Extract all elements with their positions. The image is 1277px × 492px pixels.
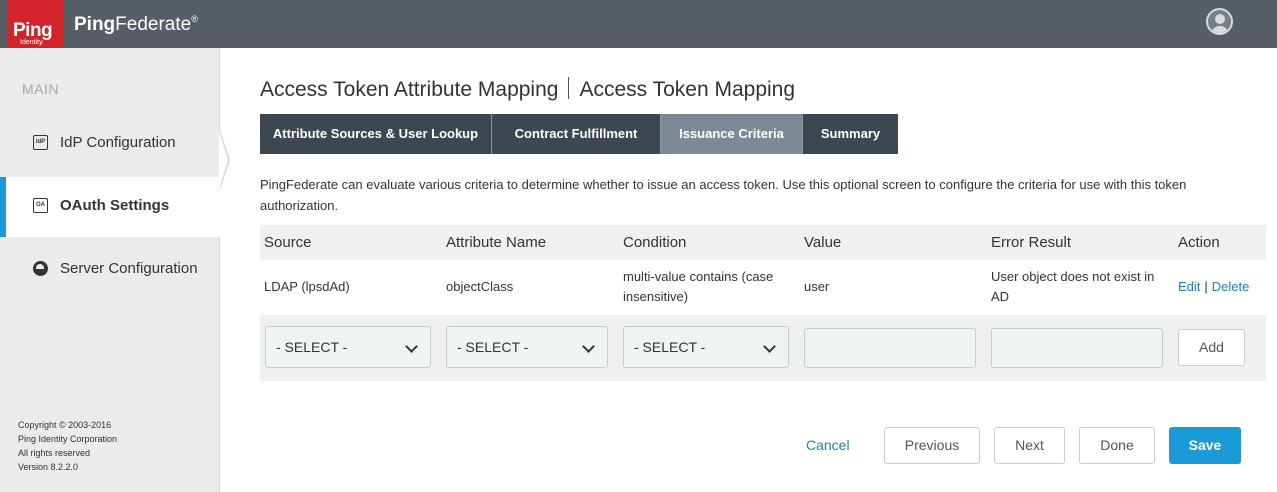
chevron-down-icon — [582, 340, 595, 353]
cell-condition: multi-value contains (case insensitive) — [623, 269, 774, 304]
sidebar-item-label: Server Configuration — [60, 260, 198, 277]
tab-contract-fulfillment[interactable]: Contract Fulfillment — [492, 114, 661, 154]
source-select[interactable]: - SELECT - — [265, 326, 431, 368]
logo-subtext: Identity. — [20, 39, 44, 46]
brand-registered: ® — [191, 14, 198, 24]
chevron-down-icon — [763, 340, 776, 353]
sidebar-item-label: IdP Configuration — [60, 134, 176, 151]
cell-error-result: User object does not exist in AD — [991, 269, 1155, 304]
cell-attribute: objectClass — [446, 279, 514, 294]
attribute-select[interactable]: - SELECT - — [446, 326, 608, 368]
error-result-input[interactable] — [991, 328, 1163, 368]
sidebar: MAIN IdP IdP Configuration OA OAuth Sett… — [0, 48, 222, 492]
top-bar: Ping Identity. PingFederate® — [0, 0, 1277, 52]
user-account-icon[interactable] — [1206, 8, 1233, 35]
column-header: Source — [264, 234, 312, 251]
sidebar-item-server-configuration[interactable]: Server Configuration — [0, 240, 220, 300]
delete-link[interactable]: Delete — [1212, 279, 1250, 294]
action-separator: | — [1204, 279, 1208, 294]
cell-source: LDAP (lpsdAd) — [264, 279, 350, 294]
sidebar-heading: MAIN — [22, 81, 59, 97]
column-header: Value — [804, 234, 842, 251]
select-value: - SELECT - — [634, 339, 706, 355]
next-button[interactable]: Next — [994, 427, 1065, 464]
select-value: - SELECT - — [457, 339, 529, 355]
criteria-table: Source Attribute Name Condition Value Er… — [260, 225, 1266, 381]
add-criteria-row: - SELECT - - SELECT - - SELECT - Add — [260, 315, 1266, 381]
version-line: Version 8.2.2.0 — [18, 462, 79, 472]
brand-bold: Ping — [74, 14, 116, 35]
table-row: LDAP (lpsdAd) objectClass multi-value co… — [260, 260, 1266, 315]
copyright-line: Copyright © 2003-2016 — [18, 420, 112, 430]
user-icon-head — [1215, 14, 1225, 24]
tab-summary[interactable]: Summary — [803, 114, 898, 154]
column-header: Error Result — [991, 234, 1072, 251]
column-header: Action — [1178, 234, 1220, 251]
tab-issuance-criteria[interactable]: Issuance Criteria — [661, 114, 803, 154]
save-button[interactable]: Save — [1169, 427, 1241, 464]
sidebar-item-label: OAuth Settings — [60, 197, 170, 214]
chevron-down-icon — [405, 340, 418, 353]
ping-identity-logo[interactable]: Ping Identity. — [8, 0, 64, 52]
product-name: PingFederate® — [74, 14, 198, 36]
table-header: Source Attribute Name Condition Value Er… — [260, 225, 1266, 260]
condition-select[interactable]: - SELECT - — [623, 326, 789, 368]
cell-value: user — [804, 279, 830, 294]
rights-line: All rights reserved — [18, 448, 91, 458]
server-icon — [33, 261, 48, 276]
wizard-tabs: Attribute Sources & User Lookup Contract… — [260, 114, 898, 154]
sidebar-item-idp-configuration[interactable]: IdP IdP Configuration — [0, 114, 220, 174]
column-header: Attribute Name — [446, 234, 547, 251]
page-title-secondary: Access Token Mapping — [579, 78, 796, 101]
cancel-link[interactable]: Cancel — [806, 437, 850, 453]
idp-icon: IdP — [33, 135, 48, 150]
brand-rest: Federate — [115, 14, 192, 35]
column-header: Condition — [623, 234, 687, 251]
active-item-pointer — [219, 130, 230, 190]
title-divider — [568, 77, 570, 99]
sidebar-item-oauth-settings[interactable]: OA OAuth Settings — [0, 177, 222, 237]
company-line: Ping Identity Corporation — [18, 434, 118, 444]
oauth-icon: OA — [33, 198, 48, 213]
intro-text: PingFederate can evaluate various criter… — [260, 177, 1187, 213]
page-title-primary: Access Token Attribute Mapping — [260, 78, 559, 101]
done-button[interactable]: Done — [1079, 427, 1155, 464]
tab-attribute-sources[interactable]: Attribute Sources & User Lookup — [260, 114, 492, 154]
previous-button[interactable]: Previous — [884, 427, 980, 464]
add-button[interactable]: Add — [1178, 329, 1245, 366]
value-input[interactable] — [804, 328, 976, 368]
page-title: Access Token Attribute Mapping Access Tok… — [260, 77, 795, 102]
cell-actions: Edit | Delete — [1178, 277, 1249, 297]
user-icon-body — [1211, 26, 1229, 33]
copyright-notice: Copyright © 2003-2016 Ping Identity Corp… — [18, 418, 117, 474]
edit-link[interactable]: Edit — [1178, 279, 1200, 294]
select-value: - SELECT - — [276, 339, 348, 355]
